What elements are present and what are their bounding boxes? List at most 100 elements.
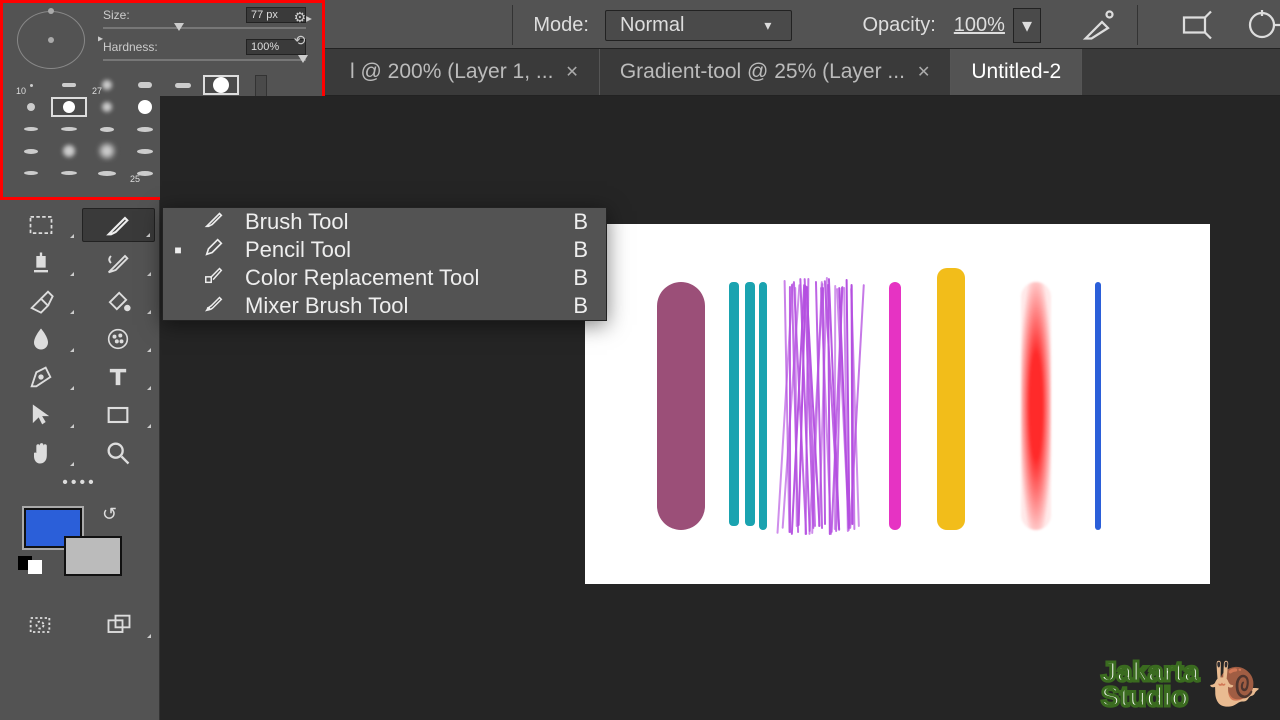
symmetry-icon[interactable] <box>1244 7 1280 43</box>
swap-colors-icon[interactable]: ↺ <box>102 504 117 525</box>
workspace <box>160 96 1280 720</box>
color-replacement-icon <box>199 264 229 292</box>
brush-preset[interactable] <box>13 141 49 161</box>
chevron-down-icon: ▾ <box>764 17 771 34</box>
brush-preset[interactable] <box>51 119 87 139</box>
mode-value: Normal <box>620 14 684 37</box>
pen-tool[interactable] <box>4 360 78 394</box>
flyout-shortcut: B <box>568 293 588 319</box>
brush-preset[interactable] <box>127 141 163 161</box>
brush-preset[interactable] <box>127 97 163 117</box>
size-slider[interactable] <box>103 27 306 29</box>
hardness-slider[interactable] <box>103 59 306 61</box>
flyout-label: Pencil Tool <box>245 237 552 263</box>
hand-tool[interactable] <box>4 436 78 470</box>
brush-preset[interactable] <box>51 75 87 95</box>
document-tab[interactable]: Gradient-tool @ 25% (Layer ... ✕ <box>600 49 952 95</box>
flyout-label: Brush Tool <box>245 209 552 235</box>
sponge-tool[interactable] <box>82 322 156 356</box>
brush-preset[interactable] <box>89 163 125 183</box>
brush-preset[interactable]: 27 <box>89 75 125 95</box>
gear-icon[interactable]: ⚙▸ <box>294 9 312 26</box>
brush-tool-flyout: Brush Tool B ■ Pencil Tool B Color Repla… <box>162 207 607 321</box>
brush-angle-widget[interactable] <box>17 11 85 69</box>
background-color[interactable] <box>64 536 122 576</box>
color-swatches: ↺ <box>4 508 155 588</box>
brush-preset[interactable] <box>13 97 49 117</box>
brush-preset[interactable] <box>203 75 239 95</box>
flyout-item-color-replacement[interactable]: Color Replacement Tool B <box>163 264 606 292</box>
tab-label: l @ 200% (Layer 1, ... <box>350 60 553 84</box>
smudge-tool[interactable] <box>4 322 78 356</box>
size-label: Size: <box>103 8 130 22</box>
brush-stroke <box>1021 282 1051 530</box>
zoom-tool[interactable] <box>82 436 156 470</box>
arrow-right-icon: ▸ <box>98 34 103 45</box>
tab-label: Gradient-tool @ 25% (Layer ... <box>620 60 905 84</box>
watermark-line2: Studio <box>1101 684 1199 709</box>
screen-mode-tool[interactable] <box>84 608 156 642</box>
new-preset-icon[interactable]: ⟲ <box>294 32 312 49</box>
rectangle-tool[interactable] <box>82 398 156 432</box>
options-bar: Mode: Normal ▾ Opacity: 100% ▾ <box>162 0 1280 50</box>
opacity-value[interactable]: 100% <box>954 14 1005 37</box>
brush-tool[interactable] <box>82 208 156 242</box>
close-icon[interactable]: ✕ <box>565 62 578 82</box>
default-colors-icon[interactable] <box>18 556 42 574</box>
mode-label: Mode: <box>533 14 589 37</box>
paint-bucket-tool[interactable] <box>82 284 156 318</box>
snail-icon: 🐌 <box>1207 658 1262 710</box>
mixer-brush-icon <box>199 292 229 320</box>
clone-stamp-tool[interactable] <box>4 246 78 280</box>
type-tool[interactable] <box>82 360 156 394</box>
flyout-item-pencil[interactable]: ■ Pencil Tool B <box>163 236 606 264</box>
eraser-tool[interactable] <box>4 284 78 318</box>
current-indicator: ■ <box>173 243 183 257</box>
document-tab[interactable]: l @ 200% (Layer 1, ... ✕ <box>330 49 600 95</box>
flyout-label: Color Replacement Tool <box>245 265 552 291</box>
brush-preset[interactable]: 10 <box>13 75 49 95</box>
brush-stroke <box>1095 282 1101 530</box>
airbrush-icon[interactable] <box>1081 7 1117 43</box>
document-tab[interactable]: Untitled-2 <box>951 49 1082 95</box>
mode-dropdown[interactable]: Normal ▾ <box>605 10 792 41</box>
toolbar-divider: •••• <box>4 470 155 496</box>
brush-preset[interactable] <box>51 141 87 161</box>
watermark: Jakarta Studio 🐌 <box>1101 658 1262 710</box>
opacity-label: Opacity: <box>862 14 935 37</box>
quick-mask-tool[interactable] <box>4 608 76 642</box>
marquee-tool[interactable] <box>4 208 78 242</box>
close-icon[interactable]: ✕ <box>917 62 930 82</box>
brush-preset[interactable] <box>13 163 49 183</box>
brush-preset[interactable] <box>127 75 163 95</box>
tools-panel: •••• ↺ <box>0 200 160 720</box>
brush-preset[interactable] <box>89 119 125 139</box>
brush-preset[interactable] <box>165 75 201 95</box>
history-brush-tool[interactable] <box>82 246 156 280</box>
flyout-item-mixer-brush[interactable]: Mixer Brush Tool B <box>163 292 606 320</box>
brush-preset[interactable] <box>51 97 87 117</box>
brush-stroke <box>657 282 705 530</box>
brush-preset[interactable] <box>127 119 163 139</box>
tab-label: Untitled-2 <box>971 60 1061 84</box>
brush-preset[interactable] <box>89 97 125 117</box>
flyout-shortcut: B <box>568 237 588 263</box>
brush-preset[interactable] <box>51 163 87 183</box>
hardness-label: Hardness: <box>103 40 158 54</box>
flyout-shortcut: B <box>568 265 588 291</box>
brush-preset[interactable] <box>89 141 125 161</box>
flyout-shortcut: B <box>568 209 588 235</box>
brush-preset[interactable] <box>13 119 49 139</box>
pressure-size-icon[interactable] <box>1178 7 1214 43</box>
brush-stroke <box>937 268 965 530</box>
canvas[interactable] <box>585 224 1210 584</box>
path-selection-tool[interactable] <box>4 398 78 432</box>
brush-stroke <box>725 282 769 530</box>
flyout-label: Mixer Brush Tool <box>245 293 552 319</box>
brush-stroke <box>783 282 859 530</box>
brush-preset[interactable]: 25 <box>127 163 163 183</box>
flyout-item-brush[interactable]: Brush Tool B <box>163 208 606 236</box>
separator <box>512 5 513 45</box>
opacity-chevron-icon[interactable]: ▾ <box>1013 8 1041 43</box>
brush-stroke <box>889 282 901 530</box>
